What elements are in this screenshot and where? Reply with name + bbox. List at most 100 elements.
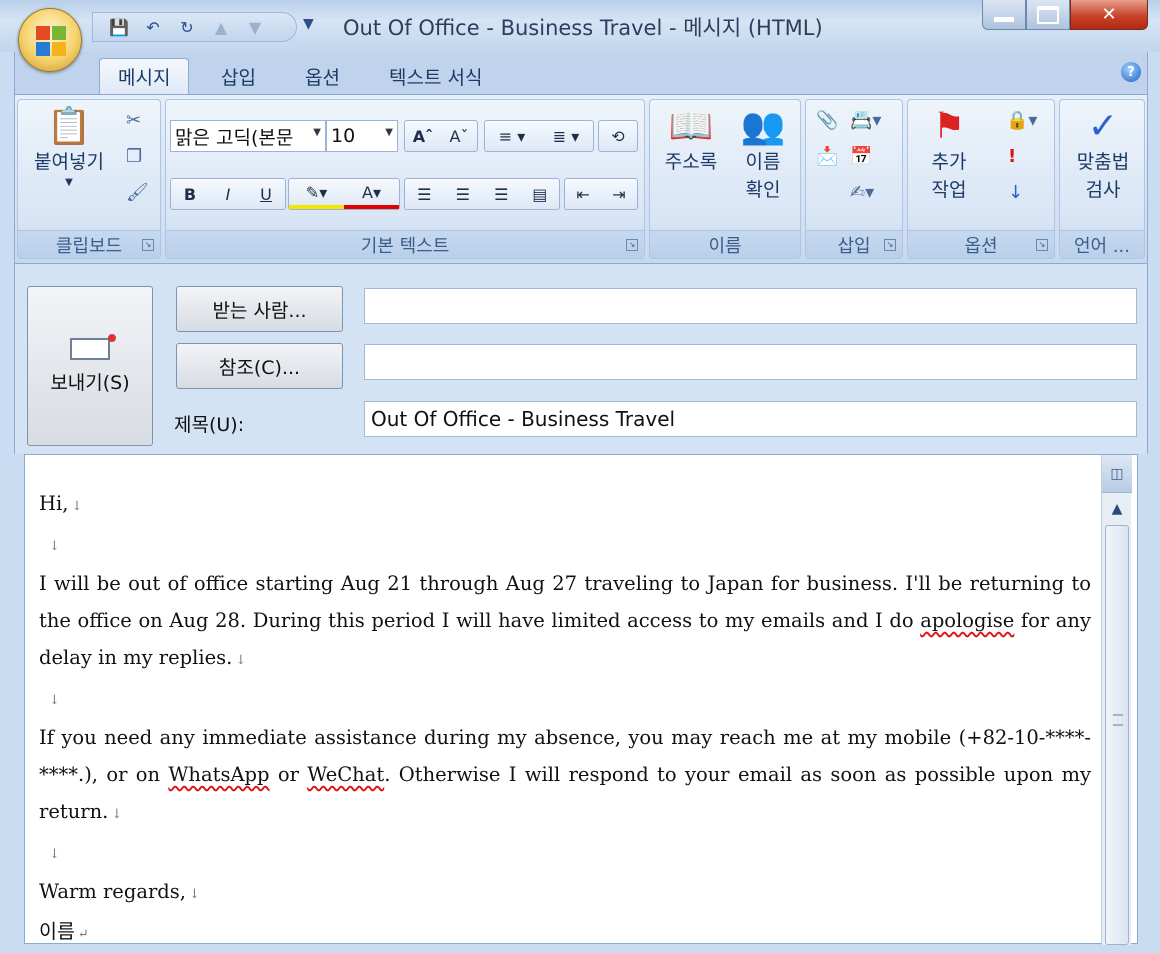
ribbon: 📋 붙여넣기 ▼ ✂ ❐ 🖌 클립보드 ↘ 맑은 고딕(본문 ▼ 10 ▼ Aˆ… <box>14 94 1148 264</box>
signature-icon[interactable]: ✍▾ <box>850 182 874 203</box>
misspelled-word[interactable]: apologise <box>920 609 1014 632</box>
language-group-label: 언어 ... <box>1073 235 1130 257</box>
send-button[interactable]: 보내기(S) <box>27 286 153 446</box>
minimize-button[interactable] <box>982 0 1026 30</box>
style-buttons: B I U <box>170 178 286 210</box>
tab-insert[interactable]: 삽입 <box>203 58 274 94</box>
clipboard-launcher-icon[interactable]: ↘ <box>142 239 154 251</box>
spelling-label-2: 검사 <box>1085 179 1121 201</box>
address-book-icon: 📖 <box>668 106 714 147</box>
font-name-select[interactable]: 맑은 고딕(본문 ▼ <box>170 120 326 152</box>
copy-icon[interactable]: ❐ <box>126 146 142 167</box>
spelling-check-icon: ✓ <box>1087 106 1119 147</box>
font-size-select[interactable]: 10 ▼ <box>326 120 398 152</box>
underline-icon[interactable]: U <box>247 179 285 209</box>
tab-format-text[interactable]: 텍스트 서식 <box>371 58 500 94</box>
next-item-icon[interactable]: ▼ <box>243 16 267 38</box>
close-button[interactable]: ✕ <box>1070 0 1148 30</box>
check-names-label-2: 확인 <box>745 179 781 201</box>
undo-icon[interactable]: ↶ <box>141 16 165 38</box>
tab-options[interactable]: 옵션 <box>287 58 358 94</box>
numbering-icon[interactable]: ≣ ▾ <box>539 121 593 151</box>
customize-toolbar-icon[interactable]: ▼ <box>303 16 314 32</box>
clipboard-icon: 📋 <box>46 106 92 147</box>
align-left-icon[interactable]: ☰ <box>405 179 444 209</box>
to-field[interactable] <box>364 288 1137 324</box>
align-buttons: ☰ ☰ ☰ ▤ <box>404 178 560 210</box>
basic-text-launcher-icon[interactable]: ↘ <box>626 239 638 251</box>
address-book-button[interactable]: 📖 주소록 <box>654 106 728 176</box>
clear-formatting-icon[interactable]: ⟲ <box>599 121 637 151</box>
cut-icon[interactable]: ✂ <box>126 110 141 131</box>
tab-message[interactable]: 메시지 <box>99 58 190 94</box>
ruler-toggle-icon[interactable]: ◫ <box>1102 455 1132 493</box>
vertical-scrollbar[interactable]: ◫ ▲ <box>1101 455 1132 945</box>
previous-item-icon[interactable]: ▲ <box>209 16 233 38</box>
insert-group-label: 삽입 <box>837 235 871 257</box>
message-body[interactable]: Hi, ↓ ↓ I will be out of office starting … <box>39 485 1091 953</box>
message-body-editor[interactable]: Hi, ↓ ↓ I will be out of office starting … <box>24 454 1138 945</box>
grow-font-icon[interactable]: Aˆ <box>405 121 441 151</box>
flag-icon: ⚑ <box>932 106 966 147</box>
group-basic-text: 맑은 고딕(본문 ▼ 10 ▼ Aˆ Aˇ ≡ ▾ ≣ ▾ ⟲ B I U ✎▾… <box>165 99 645 259</box>
options-launcher-icon[interactable]: ↘ <box>1036 239 1048 251</box>
empty-line: ↓ <box>49 539 60 554</box>
calendar-icon[interactable]: 📅 <box>850 146 872 167</box>
subject-field[interactable] <box>364 401 1137 437</box>
chevron-down-icon: ▼ <box>385 127 393 138</box>
paste-dropdown-icon[interactable]: ▼ <box>24 176 114 190</box>
send-label: 보내기(S) <box>50 371 130 394</box>
align-center-icon[interactable]: ☰ <box>444 179 483 209</box>
greeting-line: Hi, ↓ <box>39 492 83 515</box>
window-title: Out Of Office - Business Travel - 메시지 (H… <box>343 16 823 40</box>
italic-icon[interactable]: I <box>209 179 247 209</box>
empty-line: ↓ <box>49 847 60 862</box>
message-header: 보내기(S) 받는 사람... 참조(C)... 제목(U): <box>14 264 1148 454</box>
scroll-up-icon[interactable]: ▲ <box>1102 495 1132 523</box>
align-right-icon[interactable]: ☰ <box>482 179 521 209</box>
font-color-icon[interactable]: A▾ <box>344 179 399 209</box>
color-buttons: ✎▾ A▾ <box>288 178 400 210</box>
justify-icon[interactable]: ▤ <box>521 179 560 209</box>
group-language: ✓ 맞춤법 검사 언어 ... <box>1059 99 1145 259</box>
misspelled-word[interactable]: WhatsApp <box>168 763 269 786</box>
help-icon[interactable]: ? <box>1121 62 1141 82</box>
scrollbar-thumb[interactable] <box>1105 525 1129 945</box>
check-names-button[interactable]: 👥 이름 확인 <box>728 106 798 204</box>
high-importance-icon[interactable]: ! <box>1008 146 1016 167</box>
group-names: 📖 주소록 👥 이름 확인 이름 <box>649 99 801 259</box>
format-painter-icon[interactable]: 🖌 <box>126 182 149 203</box>
group-options: ⚑ 추가 작업 🔒▾ ! ↓ 옵션 ↘ <box>907 99 1055 259</box>
office-button[interactable] <box>18 8 82 72</box>
to-button[interactable]: 받는 사람... <box>176 286 343 332</box>
styles-buttons: ⟲ <box>598 120 638 152</box>
increase-indent-icon[interactable]: ⇥ <box>601 179 637 209</box>
save-icon[interactable]: 💾 <box>107 16 131 38</box>
highlight-color-icon[interactable]: ✎▾ <box>289 179 344 209</box>
closing-line: Warm regards, ↓ <box>39 880 200 903</box>
maximize-button[interactable] <box>1026 0 1070 30</box>
misspelled-word[interactable]: WeChat <box>307 763 384 786</box>
business-card-icon[interactable]: 📇▾ <box>850 110 881 131</box>
names-group-label: 이름 <box>708 235 742 257</box>
bullets-icon[interactable]: ≡ ▾ <box>485 121 539 151</box>
low-importance-icon[interactable]: ↓ <box>1008 182 1023 203</box>
insert-launcher-icon[interactable]: ↘ <box>884 239 896 251</box>
decrease-indent-icon[interactable]: ⇤ <box>565 179 601 209</box>
title-bar: 💾 ↶ ↻ ▲ ▼ ▼ Out Of Office - Business Tra… <box>0 0 1160 72</box>
attach-item-icon[interactable]: 📩 <box>816 146 838 167</box>
cc-button[interactable]: 참조(C)... <box>176 343 343 389</box>
shrink-font-icon[interactable]: Aˇ <box>441 121 477 151</box>
quick-access-toolbar: 💾 ↶ ↻ ▲ ▼ <box>92 12 297 42</box>
cc-field[interactable] <box>364 344 1137 380</box>
redo-icon[interactable]: ↻ <box>175 16 199 38</box>
permission-icon[interactable]: 🔒▾ <box>1006 110 1037 131</box>
bold-icon[interactable]: B <box>171 179 209 209</box>
paste-button[interactable]: 📋 붙여넣기 ▼ <box>24 106 114 190</box>
font-size-value: 10 <box>331 125 356 147</box>
indent-buttons: ⇤ ⇥ <box>564 178 638 210</box>
attach-file-icon[interactable]: 📎 <box>816 110 838 131</box>
follow-up-button[interactable]: ⚑ 추가 작업 <box>912 106 986 204</box>
spelling-button[interactable]: ✓ 맞춤법 검사 <box>1062 106 1144 204</box>
group-insert: 📎 📇▾ 📩 📅 ✍▾ 삽입 ↘ <box>805 99 903 259</box>
